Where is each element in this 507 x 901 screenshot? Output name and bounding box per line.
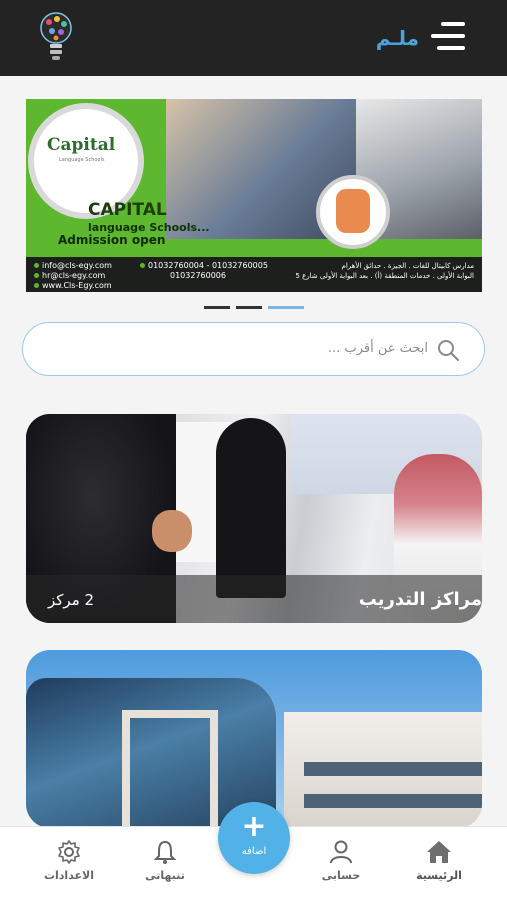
- search-placeholder: ابحث عن أقرب ...: [327, 341, 428, 356]
- contact-email: hr@cls-egy.com: [42, 271, 106, 280]
- add-button[interactable]: + اضافه: [218, 802, 290, 874]
- carousel-indicator: [204, 306, 304, 310]
- plus-icon: +: [241, 809, 267, 844]
- search-icon[interactable]: [436, 338, 460, 362]
- window-row: [304, 762, 482, 776]
- nav-item-home[interactable]: الرئيسية: [394, 839, 484, 882]
- search-input[interactable]: ابحث عن أقرب ...: [22, 322, 485, 376]
- school-logo-text: Capital: [47, 135, 116, 155]
- nav-item-account[interactable]: حسابى: [296, 839, 386, 882]
- contact-website: www.Cls-Egy.com: [42, 281, 112, 290]
- backpack-image: [316, 175, 390, 249]
- card-count: 2 مركز: [48, 591, 95, 609]
- nav-label-settings: الاعدادات: [43, 869, 95, 882]
- window-row: [304, 794, 482, 808]
- nav-label-home: الرئيسية: [416, 869, 462, 882]
- bell-icon: [153, 840, 177, 864]
- banner-contact-strip: info@cls-egy.com hr@cls-egy.com www.Cls-…: [26, 257, 482, 292]
- app-name: ملـم: [375, 26, 419, 50]
- carousel-dot[interactable]: [236, 306, 262, 309]
- nav-item-settings[interactable]: الاعدادات: [24, 839, 114, 882]
- nav-label-account: حسابى: [321, 869, 361, 882]
- card-caption-bar: مراكز التدريب 2 مركز: [26, 575, 482, 623]
- contact-phone: 01032760004 - 01032760005: [148, 261, 268, 270]
- contact-phone: 01032760006: [170, 271, 226, 280]
- contact-emails: info@cls-egy.com hr@cls-egy.com www.Cls-…: [34, 261, 112, 291]
- home-icon: [427, 841, 451, 863]
- carousel-dot-active[interactable]: [268, 306, 304, 309]
- school-logo-subtext: Language Schools: [59, 157, 105, 163]
- top-app-bar: ملـم: [0, 0, 507, 76]
- presenter-image: [216, 418, 286, 598]
- contact-email: info@cls-egy.com: [42, 261, 112, 270]
- address-line: مدارس كابيتال للغات . الجيزة . حدائق الأ…: [341, 262, 474, 270]
- gear-icon: [58, 840, 80, 864]
- user-icon: [330, 840, 352, 864]
- card-title: مراكز التدريب: [358, 589, 482, 610]
- category-card-training-centers[interactable]: مراكز التدريب 2 مركز: [26, 414, 482, 623]
- student-hand-image: [152, 510, 192, 552]
- nav-label-notifications: تنبهاتى: [145, 869, 185, 882]
- lightbulb-logo-icon: [40, 12, 72, 60]
- school-building-image: [284, 712, 482, 828]
- banner-title: CAPITAL: [88, 200, 167, 220]
- address-line: البوابة الأولى . خدمات المنطقة (أ) . بعد…: [295, 272, 474, 280]
- banner-admission: Admission open: [58, 233, 166, 247]
- contact-phones: 01032760004 - 01032760005 01032760006: [140, 261, 268, 281]
- add-button-label: اضافه: [241, 846, 267, 857]
- building-entrance-image: [122, 710, 218, 828]
- contact-address: مدارس كابيتال للغات . الجيزة . حدائق الأ…: [295, 261, 474, 281]
- hamburger-menu-icon[interactable]: [431, 22, 465, 52]
- promo-banner[interactable]: Capital Language Schools CAPITAL languag…: [26, 99, 482, 292]
- carousel-dot[interactable]: [204, 306, 230, 309]
- nav-item-notifications[interactable]: تنبهاتى: [120, 839, 210, 882]
